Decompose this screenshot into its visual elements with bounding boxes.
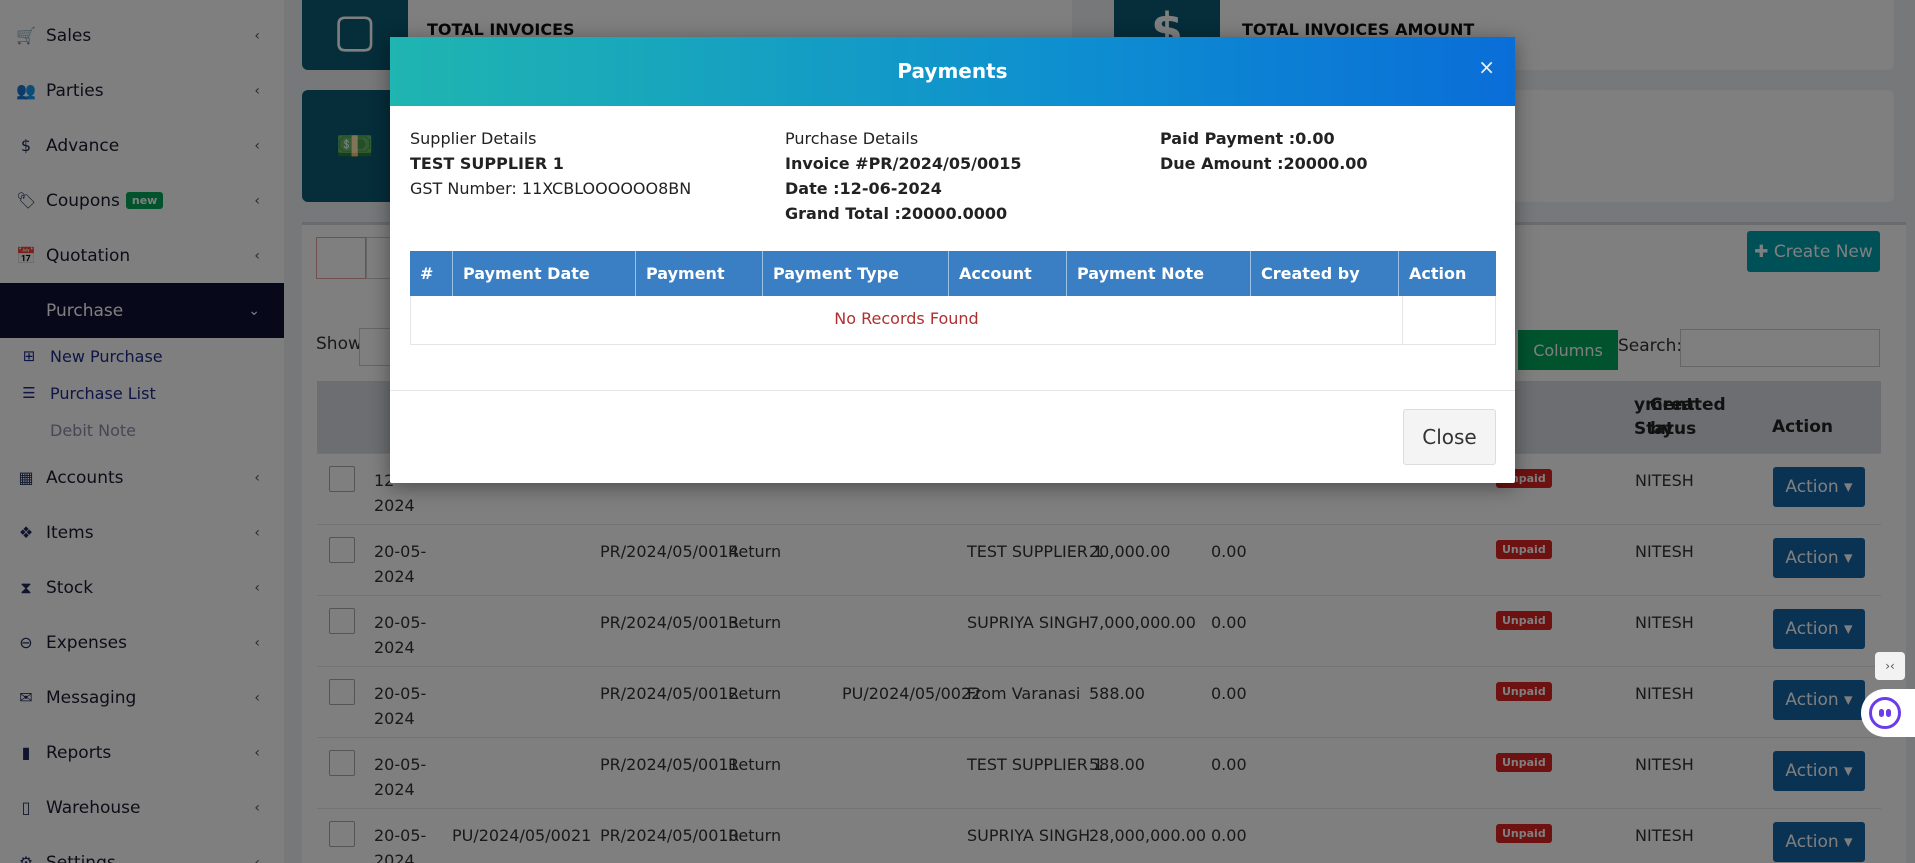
payments-table-header: # Payment Date Payment Payment Type Acco… [410,251,1496,296]
collapse-icon[interactable]: ›‹ [1875,652,1905,680]
purchase-heading: Purchase Details [785,129,919,148]
col-account: Account [949,251,1067,296]
modal-footer-divider [390,390,1515,391]
modal-header: Payments × [390,37,1515,106]
col-number: # [410,251,453,296]
supplier-heading: Supplier Details [410,129,537,148]
empty-row: No Records Found [410,296,1496,345]
payment-summary: Paid Payment :0.00 Due Amount :20000.00 [1160,126,1368,176]
modal-title: Payments [897,59,1008,83]
col-payment-type: Payment Type [763,251,949,296]
col-payment: Payment [636,251,763,296]
invoice-number: Invoice #PR/2024/05/0015 [785,154,1022,173]
supplier-details: Supplier Details TEST SUPPLIER 1 GST Num… [410,126,691,201]
purchase-details: Purchase Details Invoice #PR/2024/05/001… [785,126,1021,226]
payments-modal: Payments × Supplier Details TEST SUPPLIE… [390,37,1515,483]
col-action: Action [1409,264,1467,283]
empty-message: No Records Found [834,309,979,328]
chatbot-icon [1869,697,1901,729]
due-amount: Due Amount :20000.00 [1160,154,1368,173]
grand-total: Grand Total :20000.0000 [785,204,1008,223]
col-created-by: Created by [1251,251,1399,296]
chat-widget-button[interactable] [1861,689,1915,737]
col-payment-date: Payment Date [453,251,636,296]
gst-number: GST Number: 11XCBLOOOOOO8BN [410,179,692,198]
paid-payment: Paid Payment :0.00 [1160,129,1335,148]
close-icon[interactable]: × [1478,55,1495,79]
supplier-name: TEST SUPPLIER 1 [410,154,564,173]
purchase-date: Date :12-06-2024 [785,179,942,198]
close-button[interactable]: Close [1403,409,1496,465]
col-payment-note: Payment Note [1067,251,1251,296]
